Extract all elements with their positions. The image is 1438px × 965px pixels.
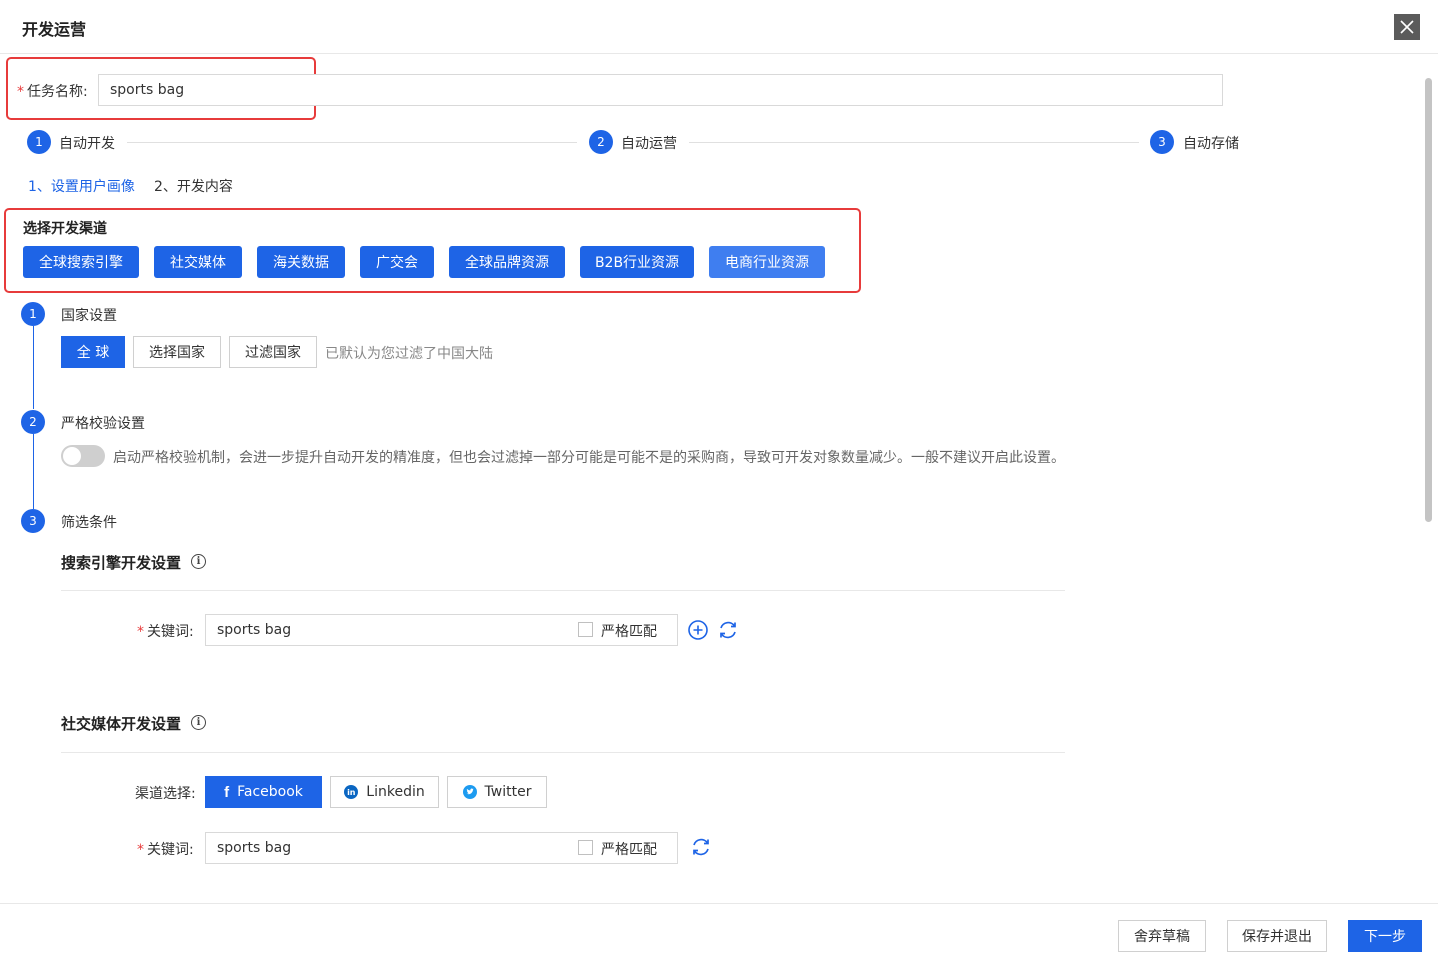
search-strict-match-label: 严格匹配 xyxy=(601,624,657,640)
strict-step-indicator: 2 xyxy=(21,410,45,434)
social-keyword-label: * 关键词: xyxy=(137,842,194,858)
linkedin-button[interactable]: in Linkedin xyxy=(330,776,439,808)
step-2-label: 自动运营 xyxy=(621,136,677,152)
twitter-label: Twitter xyxy=(484,784,532,800)
task-name-label: * 任务名称: xyxy=(17,84,88,100)
search-strict-match-checkbox[interactable] xyxy=(578,622,593,637)
vertical-step-line xyxy=(33,326,34,409)
next-step-button[interactable]: 下一步 xyxy=(1348,920,1422,952)
refresh-icon[interactable] xyxy=(717,619,739,641)
info-icon[interactable]: i xyxy=(191,715,206,730)
facebook-icon: f xyxy=(224,783,230,801)
close-button[interactable] xyxy=(1394,14,1420,40)
country-global-button[interactable]: 全 球 xyxy=(61,336,125,368)
facebook-button[interactable]: f Facebook xyxy=(205,776,322,808)
twitter-button[interactable]: Twitter xyxy=(447,776,547,808)
save-exit-button[interactable]: 保存并退出 xyxy=(1227,920,1327,952)
country-filter-button[interactable]: 过滤国家 xyxy=(229,336,317,368)
add-keyword-icon[interactable] xyxy=(687,619,709,641)
search-keyword-label: * 关键词: xyxy=(137,624,194,640)
channel-search-engine-button[interactable]: 全球搜索引擎 xyxy=(23,246,139,278)
linkedin-label: Linkedin xyxy=(366,784,425,800)
scrollbar[interactable] xyxy=(1422,72,1434,902)
step-1-indicator: 1 xyxy=(27,130,51,154)
subtab-dev-content[interactable]: 2、开发内容 xyxy=(154,176,233,196)
country-step-title: 国家设置 xyxy=(61,308,117,324)
dialog-footer: 舍弃草稿 保存并退出 下一步 xyxy=(0,903,1438,965)
step-3-label: 自动存储 xyxy=(1183,136,1239,152)
channel-customs-data-button[interactable]: 海关数据 xyxy=(257,246,345,278)
vertical-step-line xyxy=(33,434,34,509)
filter-step-title: 筛选条件 xyxy=(61,515,117,531)
scrollbar-thumb[interactable] xyxy=(1425,78,1432,522)
refresh-icon[interactable] xyxy=(690,836,712,858)
strict-step-title: 严格校验设置 xyxy=(61,416,145,432)
info-icon[interactable]: i xyxy=(191,554,206,569)
country-hint: 已默认为您过滤了中国大陆 xyxy=(325,346,493,362)
country-select-button[interactable]: 选择国家 xyxy=(133,336,221,368)
step-2-indicator: 2 xyxy=(589,130,613,154)
channel-select-label: 渠道选择: xyxy=(135,786,196,802)
channel-social-media-button[interactable]: 社交媒体 xyxy=(154,246,242,278)
close-icon xyxy=(1400,20,1414,34)
step-connector xyxy=(689,142,1139,143)
social-media-settings-title: 社交媒体开发设置 xyxy=(61,715,182,733)
channel-section-title: 选择开发渠道 xyxy=(23,221,107,237)
social-strict-match-checkbox[interactable] xyxy=(578,840,593,855)
step-connector xyxy=(127,142,577,143)
channel-ecommerce-button[interactable]: 电商行业资源 xyxy=(709,246,825,278)
filter-step-indicator: 3 xyxy=(21,509,45,533)
subtab-user-profile[interactable]: 1、设置用户画像 xyxy=(28,176,135,196)
search-engine-settings-title: 搜索引擎开发设置 xyxy=(61,554,182,572)
task-name-input[interactable]: sports bag xyxy=(98,74,1223,106)
discard-draft-button[interactable]: 舍弃草稿 xyxy=(1118,920,1206,952)
channel-b2b-button[interactable]: B2B行业资源 xyxy=(580,246,694,278)
divider xyxy=(61,590,1065,591)
channel-global-brand-button[interactable]: 全球品牌资源 xyxy=(449,246,565,278)
toggle-knob xyxy=(63,447,81,465)
social-strict-match-label: 严格匹配 xyxy=(601,842,657,858)
step-1-label: 自动开发 xyxy=(59,136,115,152)
strict-description: 启动严格校验机制，会进一步提升自动开发的精准度，但也会过滤掉一部分可能是可能不是… xyxy=(113,450,1065,466)
linkedin-icon: in xyxy=(344,785,359,799)
dialog-header: 开发运营 xyxy=(0,0,1438,54)
channel-canton-fair-button[interactable]: 广交会 xyxy=(360,246,434,278)
strict-check-toggle[interactable] xyxy=(61,445,105,467)
twitter-icon xyxy=(462,785,477,799)
divider xyxy=(61,752,1065,753)
dialog-title: 开发运营 xyxy=(22,20,87,39)
country-step-indicator: 1 xyxy=(21,302,45,326)
step-3-indicator: 3 xyxy=(1150,130,1174,154)
facebook-label: Facebook xyxy=(237,784,303,800)
